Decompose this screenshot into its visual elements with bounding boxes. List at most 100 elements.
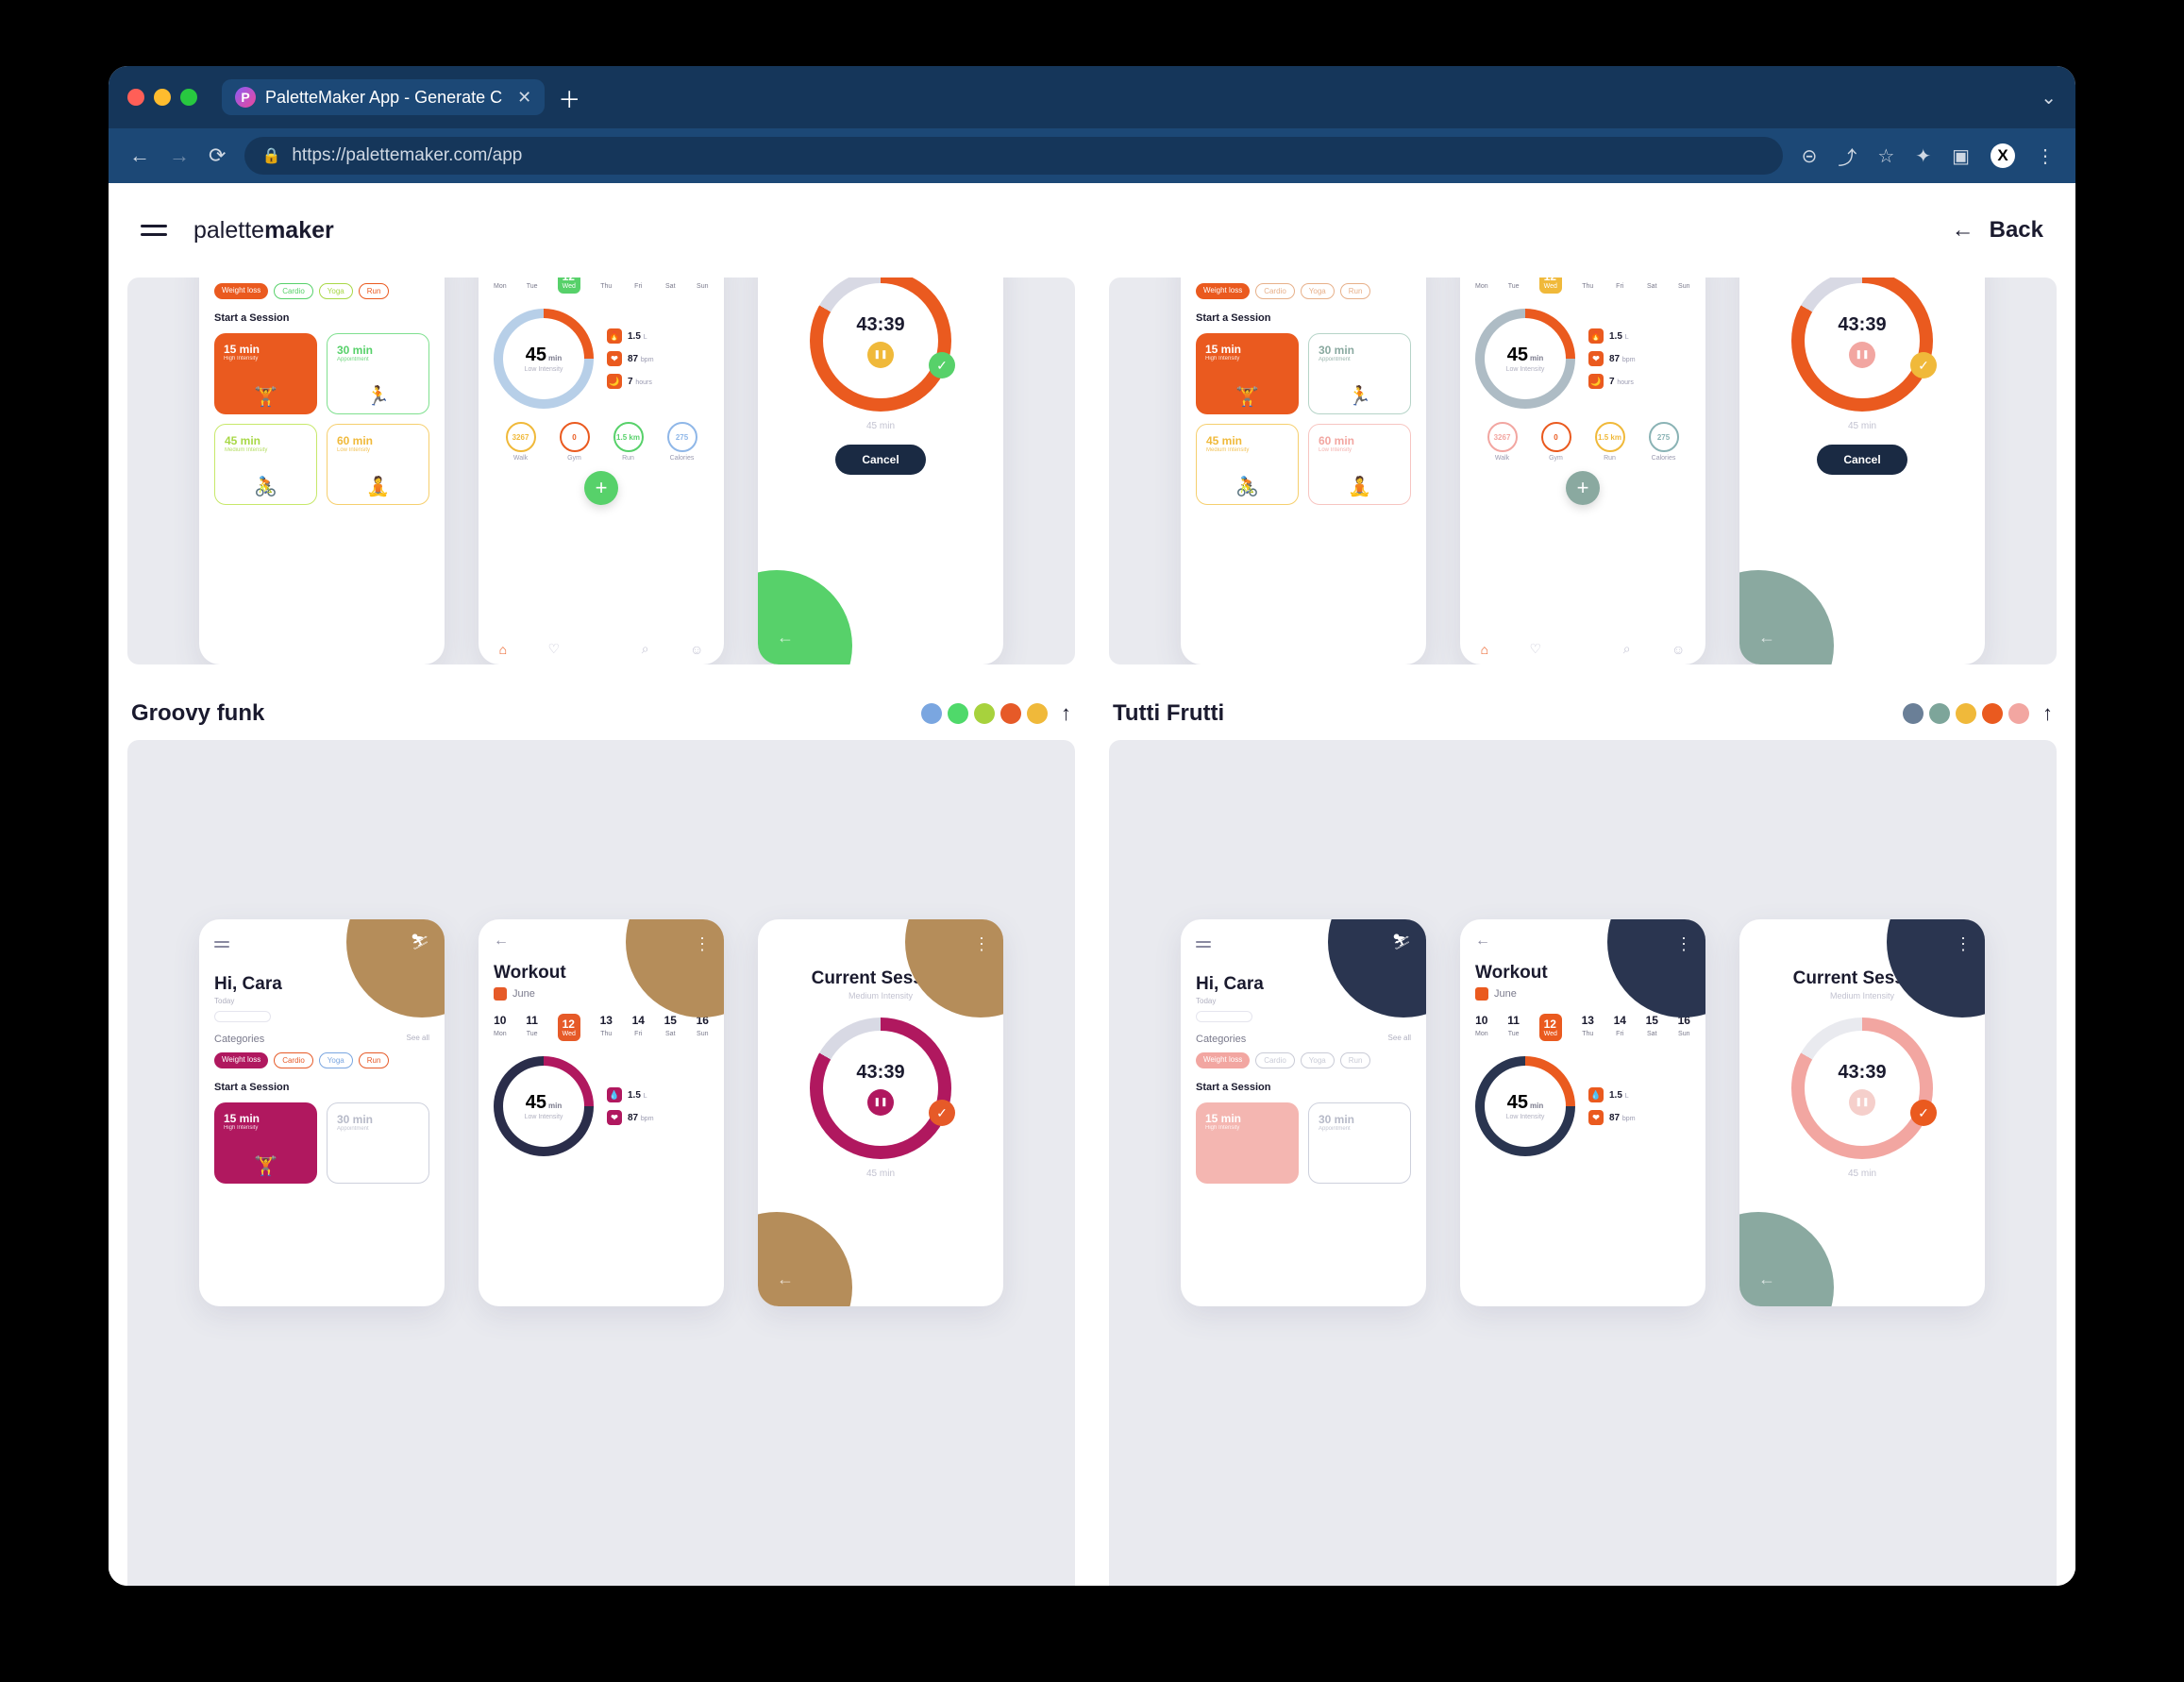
pause-button[interactable]: ❚❚ xyxy=(1849,342,1875,368)
palette-row-top: CategoriesWeight lossCardioYogaRunStart … xyxy=(127,278,2057,664)
category-chip[interactable]: Yoga xyxy=(1301,283,1335,299)
day-cell[interactable]: 16Sun xyxy=(1678,278,1690,294)
close-window-icon[interactable] xyxy=(127,89,144,106)
category-chip[interactable]: Run xyxy=(1340,1052,1371,1068)
tabs-overflow-icon[interactable]: ⌄ xyxy=(2041,86,2057,109)
phone-session: ⋮Current SessionMedium Intensity43:39❚❚✓… xyxy=(758,919,1003,1306)
maximize-window-icon[interactable] xyxy=(180,89,197,106)
swatch[interactable] xyxy=(1982,703,2003,724)
category-chip[interactable]: Cardio xyxy=(1255,1052,1295,1068)
day-cell[interactable]: 16Sun xyxy=(1678,1014,1690,1041)
day-cell[interactable]: 14Fri xyxy=(1614,1014,1626,1041)
swatch[interactable] xyxy=(2008,703,2029,724)
day-cell[interactable]: 10Mon xyxy=(494,278,507,294)
upvote-icon[interactable]: ↑ xyxy=(2042,701,2053,726)
category-chip[interactable]: Cardio xyxy=(1255,283,1295,299)
day-cell[interactable]: 12Wed xyxy=(558,1014,580,1041)
category-chip[interactable]: Weight loss xyxy=(214,1052,268,1068)
session-card[interactable]: 15 minHigh Intensity🏋 xyxy=(214,333,317,414)
session-card[interactable]: 45 minMedium Intensity🚴 xyxy=(214,424,317,505)
day-cell[interactable]: 13Thu xyxy=(1582,1014,1594,1041)
swatch[interactable] xyxy=(948,703,968,724)
day-cell[interactable]: 13Thu xyxy=(1582,278,1594,294)
bookmark-icon[interactable]: ☆ xyxy=(1877,144,1894,168)
tab-close-icon[interactable]: ✕ xyxy=(517,88,531,108)
category-chip[interactable]: Weight loss xyxy=(1196,283,1250,299)
day-cell[interactable]: 16Sun xyxy=(697,278,709,294)
category-chip[interactable]: Cardio xyxy=(274,1052,313,1068)
browser-menu-icon[interactable]: ⋮ xyxy=(2036,144,2055,168)
day-cell[interactable]: 12Wed xyxy=(1539,278,1562,294)
session-card[interactable]: 30 minAppointment xyxy=(1308,1102,1411,1184)
nav-reload-icon[interactable]: ⟳ xyxy=(209,143,226,168)
sidepanel-icon[interactable]: ▣ xyxy=(1952,144,1970,168)
session-card[interactable]: 15 minHigh Intensity🏋 xyxy=(1196,333,1299,414)
browser-window: P PaletteMaker App - Generate C ✕ ＋ ⌄ ← … xyxy=(109,66,2075,1586)
minimize-window-icon[interactable] xyxy=(154,89,171,106)
session-card[interactable]: 15 minHigh Intensity🏋 xyxy=(214,1102,317,1184)
session-card[interactable]: 30 minAppointment xyxy=(327,1102,429,1184)
category-chip[interactable]: Cardio xyxy=(274,283,313,299)
add-fab[interactable]: + xyxy=(1566,471,1600,505)
day-cell[interactable]: 15Sat xyxy=(664,1014,677,1041)
day-cell[interactable]: 13Thu xyxy=(600,1014,613,1041)
session-card[interactable]: 30 minAppointment🏃 xyxy=(327,333,429,414)
day-cell[interactable]: 14Fri xyxy=(632,278,645,294)
pause-button[interactable]: ❚❚ xyxy=(1849,1089,1875,1116)
category-chip[interactable]: Yoga xyxy=(1301,1052,1335,1068)
swatch[interactable] xyxy=(974,703,995,724)
back-button[interactable]: ← Back xyxy=(1952,217,2043,244)
swatch[interactable] xyxy=(1929,703,1950,724)
day-cell[interactable]: 13Thu xyxy=(600,278,613,294)
menu-icon[interactable] xyxy=(141,225,167,236)
logo[interactable]: palettemaker xyxy=(193,217,334,244)
day-cell[interactable]: 10Mon xyxy=(1475,1014,1488,1041)
url-field[interactable]: 🔒 https://palettemaker.com/app xyxy=(244,137,1782,175)
share-icon[interactable]: ⤴ xyxy=(1838,143,1856,170)
day-cell[interactable]: 15Sat xyxy=(664,278,677,294)
zoom-icon[interactable]: ⊝ xyxy=(1802,144,1818,168)
day-cell[interactable]: 11Tue xyxy=(526,1014,538,1041)
day-cell[interactable]: 15Sat xyxy=(1646,278,1658,294)
category-chip[interactable]: Yoga xyxy=(319,1052,353,1068)
swatch[interactable] xyxy=(921,703,942,724)
day-cell[interactable]: 11Tue xyxy=(526,278,538,294)
nav-back-icon[interactable]: ← xyxy=(129,143,150,168)
session-card[interactable]: 60 minLow Intensity🧘 xyxy=(1308,424,1411,505)
day-cell[interactable]: 12Wed xyxy=(1539,1014,1562,1041)
day-cell[interactable]: 10Mon xyxy=(494,1014,507,1041)
day-cell[interactable]: 15Sat xyxy=(1646,1014,1658,1041)
extensions-icon[interactable]: ✦ xyxy=(1915,144,1931,168)
session-card[interactable]: 15 minHigh Intensity xyxy=(1196,1102,1299,1184)
cancel-button[interactable]: Cancel xyxy=(1817,445,1907,475)
profile-avatar-icon[interactable]: X xyxy=(1991,143,2015,168)
category-chip[interactable]: Weight loss xyxy=(214,283,268,299)
pause-button[interactable]: ❚❚ xyxy=(867,1089,894,1116)
cancel-button[interactable]: Cancel xyxy=(835,445,925,475)
swatch[interactable] xyxy=(1000,703,1021,724)
session-card[interactable]: 60 minLow Intensity🧘 xyxy=(327,424,429,505)
preview-canvas[interactable]: ⛷Hi, CaraTodayCategoriesSee allWeight lo… xyxy=(127,740,1075,1586)
day-cell[interactable]: 16Sun xyxy=(697,1014,709,1041)
preview-canvas[interactable]: ⛷Hi, CaraTodayCategoriesSee allWeight lo… xyxy=(1109,740,2057,1586)
category-chip[interactable]: Run xyxy=(359,1052,390,1068)
swatch[interactable] xyxy=(1956,703,1976,724)
new-tab-button[interactable]: ＋ xyxy=(556,84,582,110)
nav-forward-icon[interactable]: → xyxy=(169,143,190,168)
swatch[interactable] xyxy=(1903,703,1924,724)
day-cell[interactable]: 12Wed xyxy=(558,278,580,294)
day-cell[interactable]: 11Tue xyxy=(1507,1014,1520,1041)
browser-tab[interactable]: P PaletteMaker App - Generate C ✕ xyxy=(222,79,545,115)
upvote-icon[interactable]: ↑ xyxy=(1061,701,1071,726)
session-card[interactable]: 30 minAppointment🏃 xyxy=(1308,333,1411,414)
day-cell[interactable]: 14Fri xyxy=(1614,278,1626,294)
swatch[interactable] xyxy=(1027,703,1048,724)
day-cell[interactable]: 11Tue xyxy=(1507,278,1520,294)
day-cell[interactable]: 14Fri xyxy=(632,1014,645,1041)
category-chip[interactable]: Yoga xyxy=(319,283,353,299)
add-fab[interactable]: + xyxy=(584,471,618,505)
pause-button[interactable]: ❚❚ xyxy=(867,342,894,368)
session-card[interactable]: 45 minMedium Intensity🚴 xyxy=(1196,424,1299,505)
category-chip[interactable]: Weight loss xyxy=(1196,1052,1250,1068)
day-cell[interactable]: 10Mon xyxy=(1475,278,1488,294)
